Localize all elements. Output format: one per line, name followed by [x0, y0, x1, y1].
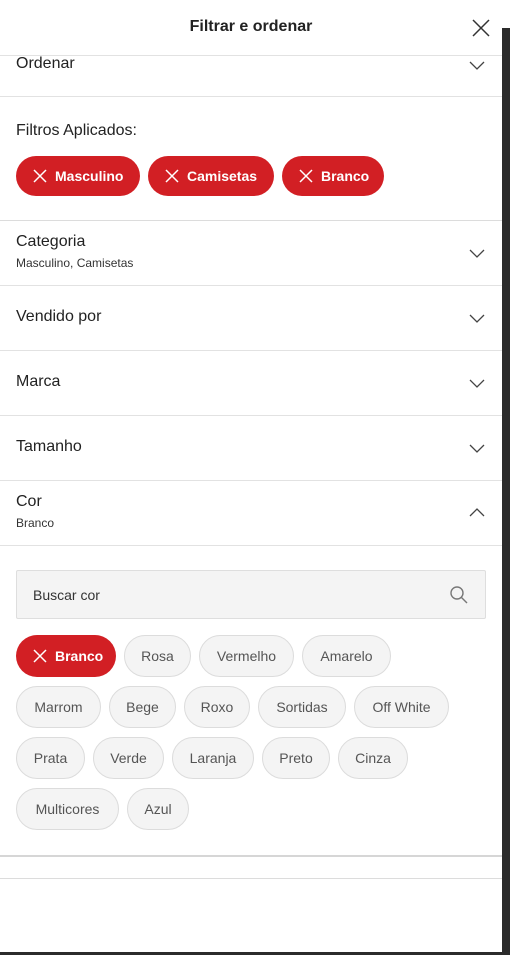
scrollbar[interactable]	[502, 28, 510, 955]
color-chip-vermelho[interactable]: Vermelho	[199, 635, 294, 677]
color-chip-azul[interactable]: Azul	[127, 788, 189, 830]
sort-row[interactable]: Ordenar	[0, 55, 502, 97]
color-chip-verde[interactable]: Verde	[93, 737, 164, 779]
applied-chip-masculino[interactable]: Masculino	[16, 156, 140, 196]
section-categoria[interactable]: Categoria Masculino, Camisetas	[0, 221, 502, 286]
section-subtitle: Masculino, Camisetas	[16, 256, 134, 270]
color-chip-branco-selected[interactable]: Branco	[16, 635, 116, 677]
section-title: Vendido por	[16, 308, 102, 325]
chevron-up-icon	[469, 508, 485, 517]
color-chip-cinza[interactable]: Cinza	[338, 737, 408, 779]
applied-chip-branco[interactable]: Branco	[282, 156, 384, 196]
chip-label: Camisetas	[187, 168, 258, 184]
chevron-down-icon	[469, 61, 485, 70]
section-title: Categoria	[16, 233, 86, 250]
close-icon	[165, 169, 179, 183]
section-title: Marca	[16, 373, 61, 390]
applied-filters-label: Filtros Aplicados:	[16, 122, 137, 139]
chevron-down-icon	[469, 379, 485, 388]
page-title: Filtrar e ordenar	[189, 18, 313, 35]
chevron-down-icon	[469, 444, 485, 453]
color-chip-off-white[interactable]: Off White	[354, 686, 449, 728]
close-icon	[33, 649, 47, 663]
filter-panel: Filtrar e ordenar Ordenar Filtros Aplica…	[0, 0, 502, 955]
close-icon	[299, 169, 313, 183]
chevron-down-icon	[469, 249, 485, 258]
chevron-down-icon	[469, 314, 485, 323]
color-chip-preto[interactable]: Preto	[262, 737, 330, 779]
search-icon[interactable]	[449, 585, 469, 605]
section-title: Tamanho	[16, 438, 82, 455]
color-chip-prata[interactable]: Prata	[16, 737, 85, 779]
chip-label: Masculino	[55, 168, 124, 184]
color-chip-amarelo[interactable]: Amarelo	[302, 635, 391, 677]
close-icon	[33, 169, 47, 183]
divider	[0, 855, 502, 857]
sort-label: Ordenar	[16, 55, 75, 72]
color-chip-laranja[interactable]: Laranja	[172, 737, 254, 779]
section-marca[interactable]: Marca	[0, 351, 502, 416]
color-search-input[interactable]	[33, 571, 433, 618]
color-chip-bege[interactable]: Bege	[109, 686, 176, 728]
color-chip-sortidas[interactable]: Sortidas	[258, 686, 346, 728]
panel-header: Filtrar e ordenar	[0, 0, 502, 56]
color-search	[16, 570, 486, 619]
section-subtitle: Branco	[16, 516, 55, 530]
chip-label: Branco	[321, 168, 370, 184]
color-chip-roxo[interactable]: Roxo	[184, 686, 250, 728]
close-icon[interactable]	[470, 17, 492, 39]
section-cor[interactable]: Cor Branco	[0, 481, 502, 546]
chip-label: Branco	[55, 648, 104, 664]
color-chip-multicores[interactable]: Multicores	[16, 788, 119, 830]
color-chip-marrom[interactable]: Marrom	[16, 686, 101, 728]
section-title: Cor	[16, 493, 42, 510]
applied-chip-camisetas[interactable]: Camisetas	[148, 156, 274, 196]
section-vendido-por[interactable]: Vendido por	[0, 286, 502, 351]
color-chip-rosa[interactable]: Rosa	[124, 635, 191, 677]
section-tamanho[interactable]: Tamanho	[0, 416, 502, 481]
divider	[0, 878, 502, 879]
